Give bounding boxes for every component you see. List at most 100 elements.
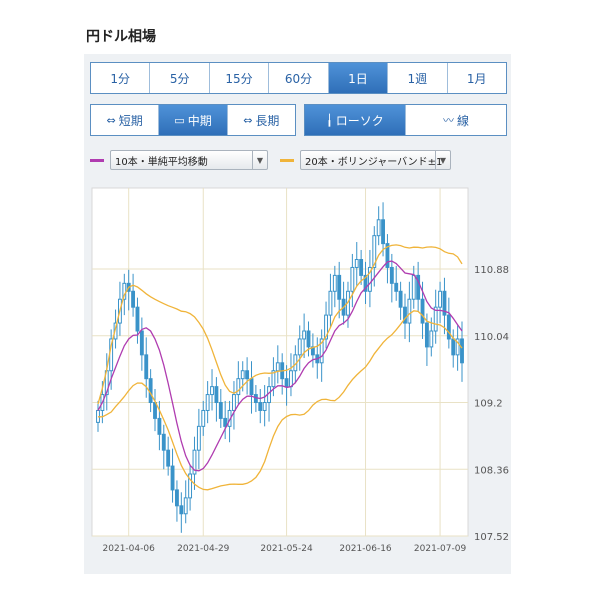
indicator-row: 10本・単純平均移動 ▼ 20本・ボリンジャーバンド±1 ▼ — [90, 149, 451, 171]
chevron-down-icon: ▼ — [435, 151, 450, 169]
candlestick-icon: ╽ — [326, 113, 333, 127]
chart-type-button-label: ローソク — [335, 113, 384, 128]
y-tick-label: 109.2 — [474, 399, 503, 410]
candle-body — [157, 417, 162, 435]
range-button-label: 短期 — [118, 113, 143, 128]
short-range-icon: ⇔ — [106, 113, 116, 127]
range-button-2[interactable]: ⇔ 長期 — [228, 105, 295, 135]
range-button-1[interactable]: ▭ 中期 — [159, 105, 228, 135]
y-tick-label: 110.04 — [474, 332, 509, 343]
candle-body — [446, 314, 451, 340]
ma-indicator-select[interactable]: 10本・単純平均移動 ▼ — [110, 150, 268, 170]
candle-body — [354, 259, 359, 268]
page-title: 円ドル相場 — [86, 29, 156, 45]
x-tick-label: 2021-05-24 — [260, 544, 313, 554]
candle-body — [249, 378, 254, 396]
candle-body — [438, 290, 443, 308]
candle-body — [214, 386, 219, 404]
candle-body — [302, 330, 307, 340]
candle-body — [394, 282, 399, 292]
y-tick-label: 110.88 — [474, 265, 509, 276]
timeframe-button-5[interactable]: 1週 — [388, 63, 448, 93]
timeframe-button-label: 1分 — [110, 71, 131, 86]
timeframe-button-1[interactable]: 5分 — [150, 63, 210, 93]
candle-body — [196, 425, 201, 451]
line-chart-icon: 〰 — [442, 114, 454, 127]
mid-range-icon: ▭ — [174, 113, 185, 127]
timeframe-button-6[interactable]: 1月 — [448, 63, 506, 93]
candle-body — [306, 330, 311, 348]
candle-body — [179, 505, 184, 515]
range-selector: ⇔ 短期 ▭ 中期 ⇔ 長期 — [90, 104, 296, 136]
x-tick-label: 2021-04-29 — [177, 544, 230, 554]
candle-body — [166, 449, 171, 467]
timeframe-button-3[interactable]: 60分 — [269, 63, 329, 93]
timeframe-button-0[interactable]: 1分 — [91, 63, 151, 93]
candle-body — [429, 330, 434, 348]
bb-color-swatch — [280, 158, 294, 162]
candle-body — [376, 219, 381, 237]
range-button-0[interactable]: ⇔ 短期 — [91, 105, 160, 135]
candle-body — [381, 219, 385, 245]
candle-body — [170, 465, 175, 491]
candle-body — [210, 386, 214, 396]
x-tick-label: 2021-04-06 — [103, 544, 156, 554]
timeframe-selector: 1分 5分 15分 60分 1日 1週 1月 — [90, 62, 507, 94]
candle-body — [337, 274, 342, 300]
timeframe-button-2[interactable]: 15分 — [210, 63, 270, 93]
timeframe-button-label: 1日 — [348, 71, 368, 86]
candle-body — [240, 370, 245, 380]
timeframe-button-label: 60分 — [284, 71, 313, 86]
timeframe-button-label: 5分 — [169, 71, 190, 86]
candle-body — [135, 306, 140, 332]
candle-body — [424, 322, 429, 348]
candle-body — [139, 330, 144, 356]
y-tick-label: 108.36 — [474, 465, 509, 476]
range-button-label: 長期 — [255, 113, 280, 128]
candle-body — [420, 298, 425, 324]
range-button-label: 中期 — [187, 113, 212, 128]
candle-body — [232, 394, 236, 411]
candle-body — [161, 433, 166, 451]
candle-body — [350, 266, 355, 292]
plot-area — [91, 187, 469, 537]
candle-body — [297, 338, 302, 356]
candle-body — [275, 362, 280, 372]
candle-body — [398, 290, 403, 308]
timeframe-button-4[interactable]: 1日 — [328, 63, 389, 93]
candle-body — [262, 402, 267, 411]
candle-body — [183, 497, 188, 515]
candle-body — [245, 370, 250, 380]
chart-type-selector: ╽ ローソク〰線 — [304, 104, 507, 136]
candle-body — [258, 402, 263, 411]
long-range-icon: ⇔ — [243, 113, 253, 127]
candle-body — [328, 290, 333, 316]
ma-indicator-value: 10本・単純平均移動 — [115, 156, 208, 168]
candle-body — [223, 417, 228, 427]
candle-body — [411, 274, 416, 300]
ma-color-swatch — [90, 158, 104, 162]
x-tick-label: 2021-07-09 — [414, 544, 467, 554]
candle-body — [131, 290, 136, 308]
chevron-down-icon: ▼ — [252, 151, 267, 169]
timeframe-button-label: 1週 — [407, 71, 428, 86]
candle-body — [218, 402, 223, 419]
candlestick-chart: 110.88 110.04 109.2 108.36 107.52 2021-04-06 2… — [91, 187, 509, 554]
x-tick-label: 2021-06-16 — [339, 544, 392, 554]
chart-type-button-0[interactable]: ╽ ローソク — [305, 105, 406, 135]
bb-indicator-select[interactable]: 20本・ボリンジャーバンド±1 ▼ — [300, 150, 451, 170]
timeframe-button-label: 15分 — [225, 71, 253, 86]
candle-body — [359, 259, 364, 276]
timeframe-button-label: 1月 — [466, 71, 487, 86]
candle-body — [175, 489, 179, 507]
candle-body — [236, 378, 241, 396]
candle-body — [451, 338, 456, 356]
candle-body — [289, 370, 293, 388]
chart-type-button-1[interactable]: 〰線 — [406, 105, 506, 135]
candle-body — [407, 298, 412, 324]
candle-body — [460, 338, 464, 364]
candle-body — [389, 266, 394, 284]
bb-indicator-value: 20本・ボリンジャーバンド±1 — [305, 156, 443, 168]
candle-body — [201, 409, 206, 427]
y-tick-label: 107.52 — [474, 532, 509, 543]
